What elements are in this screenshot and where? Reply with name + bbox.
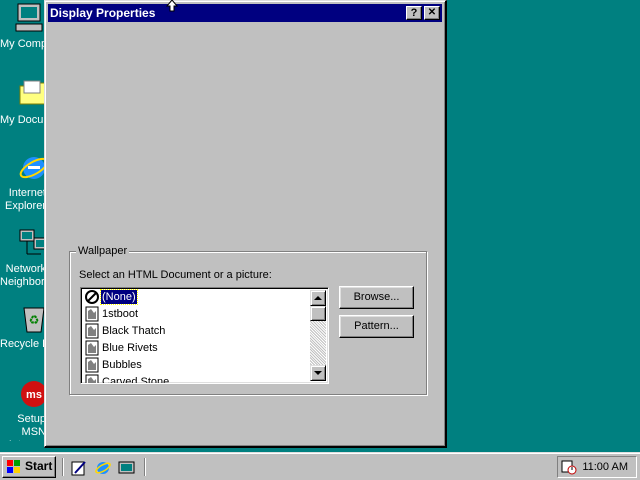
scheduler-icon[interactable] (561, 459, 577, 475)
svg-text:♻: ♻ (29, 313, 40, 327)
wallpaper-prompt: Select an HTML Document or a picture: (79, 269, 272, 281)
wallpaper-group-label: Wallpaper (76, 244, 130, 258)
arrow-up-icon (314, 296, 322, 300)
desktop-icon-setup-msn[interactable]: ms Setup MSN Internet Access (0, 378, 47, 442)
window-title: Display Properties (50, 6, 156, 20)
bitmap-file-icon (85, 306, 99, 322)
pen-document-icon[interactable] (70, 459, 88, 477)
desktop-icon-label: My Documents (0, 114, 46, 126)
quicklaunch-separator (144, 458, 146, 476)
desktop-icon-my-computer[interactable]: My Computer (0, 0, 46, 56)
list-item[interactable]: Black Thatch (84, 323, 309, 340)
start-button[interactable]: Start (2, 456, 56, 478)
vertical-scrollbar[interactable] (310, 290, 326, 381)
bitmap-file-icon (85, 374, 99, 383)
list-item-label: 1stboot (102, 308, 139, 320)
bitmap-file-icon (85, 323, 99, 339)
none-icon (85, 290, 99, 304)
title-bar[interactable]: Display Properties ? ✕ (48, 4, 442, 22)
scroll-up-button[interactable] (310, 290, 326, 306)
taskbar: Start 11:00 AM (0, 452, 640, 480)
desktop-icon-label: My Computer (0, 38, 46, 50)
list-item[interactable]: Blue Rivets (84, 340, 309, 357)
list-item-label: Black Thatch (102, 325, 166, 337)
internet-explorer-icon[interactable] (94, 459, 112, 477)
bitmap-file-icon (85, 340, 99, 356)
help-button[interactable]: ? (406, 6, 422, 20)
computer-icon (15, 3, 43, 32)
arrow-down-icon (314, 371, 322, 375)
list-item[interactable]: Carved Stone (84, 374, 309, 384)
list-item-label: Blue Rivets (102, 342, 158, 354)
system-tray: 11:00 AM (557, 456, 637, 478)
list-item-label: Carved Stone (102, 376, 170, 384)
svg-text:ms: ms (26, 389, 42, 401)
clock[interactable]: 11:00 AM (582, 461, 628, 474)
bitmap-file-icon (85, 357, 99, 373)
list-item[interactable]: Bubbles (84, 357, 309, 374)
pattern-button[interactable]: Pattern... (339, 315, 414, 338)
wallpaper-listbox[interactable]: (None) 1stboot Black Thatch Blue Rivets … (80, 287, 329, 384)
desktop-icon-label: Internet Explorer (5, 187, 46, 212)
show-desktop-icon[interactable] (118, 459, 136, 477)
scroll-down-button[interactable] (310, 365, 326, 381)
desktop-icon-label: Network Neighborhood (0, 263, 46, 288)
desktop-icon-recycle-bin[interactable]: ♻ Recycle Bin (0, 302, 46, 352)
desktop-icon-network-neighborhood[interactable]: Network Neighborhood (0, 226, 49, 290)
mouse-cursor-icon (166, 0, 178, 12)
list-item-label: Bubbles (102, 359, 142, 371)
desktop-icon-label: Recycle Bin (0, 338, 46, 350)
desktop-icon-label: Setup MSN Internet Access (9, 413, 46, 441)
wallpaper-groupbox: Wallpaper Select an HTML Document or a p… (69, 244, 427, 395)
list-item[interactable]: 1stboot (84, 306, 309, 323)
desktop-icon-internet-explorer[interactable]: Internet Explorer (0, 152, 49, 214)
quicklaunch-separator (62, 458, 64, 476)
windows-logo-icon (7, 460, 20, 473)
browse-button[interactable]: Browse... (339, 286, 414, 309)
scroll-thumb[interactable] (310, 306, 326, 321)
desktop-icon-my-documents[interactable]: My Documents (0, 78, 47, 130)
list-item[interactable]: (None) (84, 289, 309, 306)
list-item-label: (None) (100, 289, 138, 305)
start-label: Start (25, 459, 53, 473)
display-properties-window: Display Properties ? ✕ Wallpaper Select … (44, 0, 447, 448)
close-button[interactable]: ✕ (424, 6, 440, 20)
